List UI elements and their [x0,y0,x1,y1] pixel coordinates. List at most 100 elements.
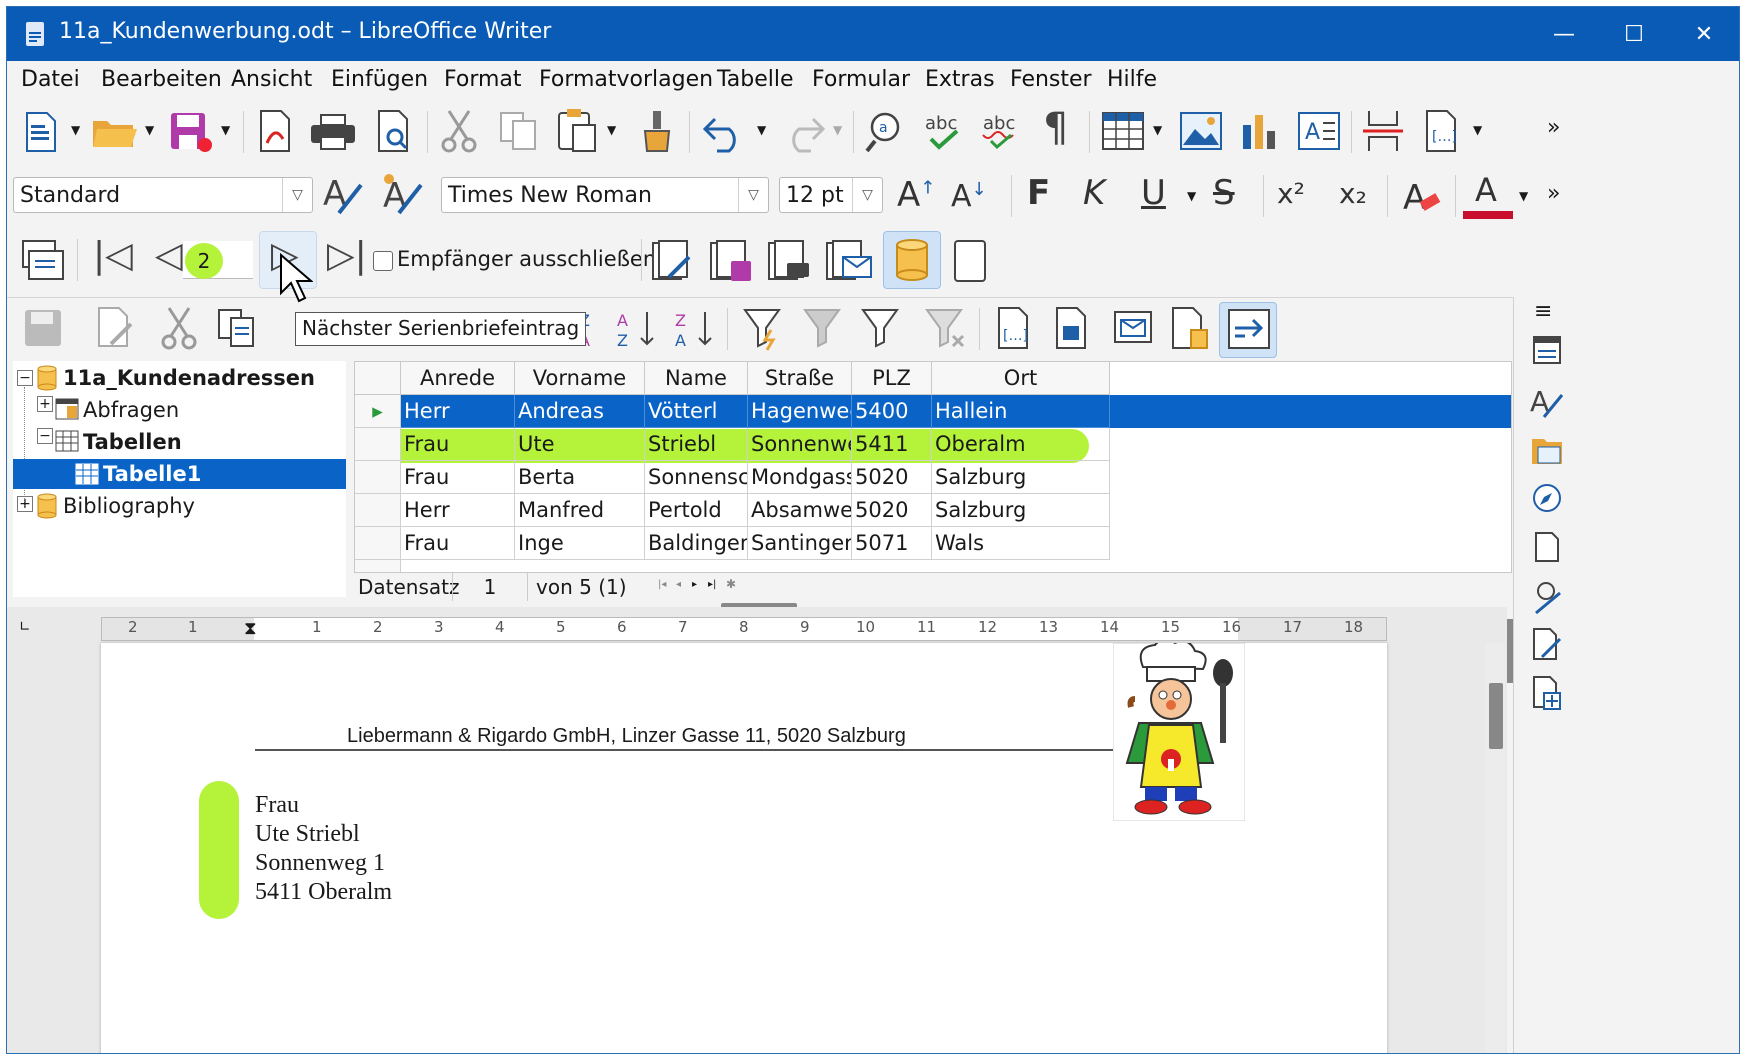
save-merged-documents-icon[interactable] [709,239,753,283]
menu-tabelle[interactable]: Tabelle [717,67,794,92]
strikethrough-button[interactable]: S [1213,173,1235,213]
menu-bearbeiten[interactable]: Bearbeiten [101,67,222,92]
copy-icon[interactable] [497,109,541,153]
sidebar-design-icon[interactable] [1532,675,1562,711]
menu-format[interactable]: Format [444,67,522,92]
font-color-dropdown-icon[interactable]: ▼ [1519,189,1528,203]
mail-merge-icon[interactable] [1111,306,1155,352]
cell-ort[interactable]: Oberalm [932,428,1110,461]
document-page[interactable]: Liebermann & Rigardo GmbH, Linzer Gasse … [101,643,1387,1053]
cell-anrede[interactable]: Frau [401,461,515,494]
cell-anrede[interactable]: Herr [401,395,515,428]
print-preview-icon[interactable] [373,109,413,153]
print-merged-documents-icon[interactable] [767,239,811,283]
document-scroll-thumb[interactable] [1489,683,1503,749]
edit-documents-icon[interactable] [651,239,695,283]
sidebar-collapse-handle[interactable] [1507,619,1513,683]
cell-strasse[interactable]: Sonnenwe [748,428,852,461]
cell-strasse[interactable]: Hagenweg [748,395,852,428]
close-button[interactable]: ✕ [1669,7,1739,61]
record-first-icon[interactable]: |◂ [658,579,666,590]
cell-plz[interactable]: 5020 [852,461,932,494]
row-header[interactable] [355,527,401,560]
cell-ort[interactable]: Hallein [932,395,1110,428]
insert-field-icon[interactable]: […] [1421,109,1461,153]
row-header[interactable] [355,461,401,494]
shrink-font-icon[interactable]: A↓ [951,179,987,214]
horizontal-ruler[interactable]: 2 1 ⧗ 1 2 3 4 5 6 7 8 9 10 11 12 13 14 1… [101,617,1387,641]
formatting-marks-icon[interactable]: ¶ [1043,105,1068,151]
cell-anrede[interactable]: Herr [401,494,515,527]
insert-image-icon[interactable] [1179,111,1223,151]
tree-item-tables[interactable]: Tabellen [83,427,182,457]
cell-vorname[interactable]: Berta [515,461,645,494]
row-header[interactable] [355,494,401,527]
row-header[interactable]: ▸ [355,395,401,428]
sidebar-page-icon[interactable] [1534,531,1560,563]
paste-icon[interactable] [555,107,599,155]
record-number-input[interactable]: 1 [452,573,528,601]
exclude-recipient-label[interactable]: Empfänger ausschließen [397,247,656,271]
column-header-name[interactable]: Name [645,362,748,395]
font-size-combo[interactable]: 12 pt ▽ [779,177,883,213]
row-header[interactable] [355,428,401,461]
exclude-recipient-checkbox[interactable] [373,251,393,271]
redo-icon[interactable] [777,111,827,153]
cell-ort[interactable]: Salzburg [932,461,1110,494]
new-dropdown-icon[interactable]: ▼ [71,123,80,137]
save-dropdown-icon[interactable]: ▼ [221,123,230,137]
new-style-icon[interactable]: A [381,171,429,219]
chevron-down-icon[interactable]: ▽ [738,178,768,212]
cell-anrede[interactable]: Frau [401,527,515,560]
undo-icon[interactable] [701,111,751,153]
sidebar-menu-icon[interactable]: ≡ [1534,299,1552,324]
cell-plz[interactable]: 5020 [852,494,932,527]
column-header-ort[interactable]: Ort [932,362,1110,395]
menu-einfuegen[interactable]: Einfügen [331,67,428,92]
paragraph-style-combo[interactable]: Standard ▽ [13,177,313,213]
clear-formatting-icon[interactable]: A [1401,173,1445,219]
row-header[interactable] [355,560,401,572]
new-document-icon[interactable] [21,111,61,153]
clone-formatting-icon[interactable] [639,109,675,153]
italic-button[interactable]: K [1083,173,1105,213]
column-header-anrede[interactable]: Anrede [401,362,515,395]
sort-ascending-icon[interactable]: AZ [615,306,659,350]
cell-ort[interactable]: Wals [932,527,1110,560]
cut-icon[interactable] [159,306,199,350]
cell-plz[interactable]: 5400 [852,395,932,428]
cell-name[interactable]: Baldinger [645,527,748,560]
tab-stop-selector-icon[interactable]: ∟ [19,619,31,635]
field-dropdown-icon[interactable]: ▼ [1473,123,1482,137]
insert-textbox-icon[interactable]: A [1297,111,1341,151]
record-prev-icon[interactable]: ◂ [676,579,681,590]
cell-strasse[interactable]: Mondgass [748,461,852,494]
print-icon[interactable] [309,113,357,151]
maximize-button[interactable]: ☐ [1599,7,1669,61]
underline-dropdown-icon[interactable]: ▼ [1187,189,1196,203]
insert-table-icon[interactable] [1101,111,1145,151]
menu-ansicht[interactable]: Ansicht [231,67,312,92]
column-header-vorname[interactable]: Vorname [515,362,645,395]
indent-marker-icon[interactable]: ⧗ [244,618,257,639]
undo-dropdown-icon[interactable]: ▼ [757,123,766,137]
data-to-fields-icon[interactable] [1051,306,1091,352]
cell-plz[interactable]: 5411 [852,428,932,461]
superscript-button[interactable]: x² [1277,177,1305,210]
font-color-icon[interactable]: A [1475,171,1497,209]
cell-strasse[interactable]: Absamweg [748,494,852,527]
chevron-down-icon[interactable]: ▽ [852,178,882,212]
last-record-icon[interactable]: ▷| [327,235,367,276]
menu-hilfe[interactable]: Hilfe [1107,67,1157,92]
cell-name[interactable]: Pertold [645,494,748,527]
reset-filter-icon[interactable] [923,306,969,352]
paste-dropdown-icon[interactable]: ▼ [607,123,616,137]
standard-toolbar-more-icon[interactable]: » [1547,115,1560,140]
chef-clipart-image[interactable] [1113,643,1245,821]
table-dropdown-icon[interactable]: ▼ [1153,123,1162,137]
export-pdf-icon[interactable] [255,109,295,153]
data-source-of-document-icon[interactable] [1169,306,1213,352]
cell-strasse[interactable]: Santingers [748,527,852,560]
first-record-icon[interactable]: |◁ [93,235,133,276]
cut-icon[interactable] [439,109,479,153]
